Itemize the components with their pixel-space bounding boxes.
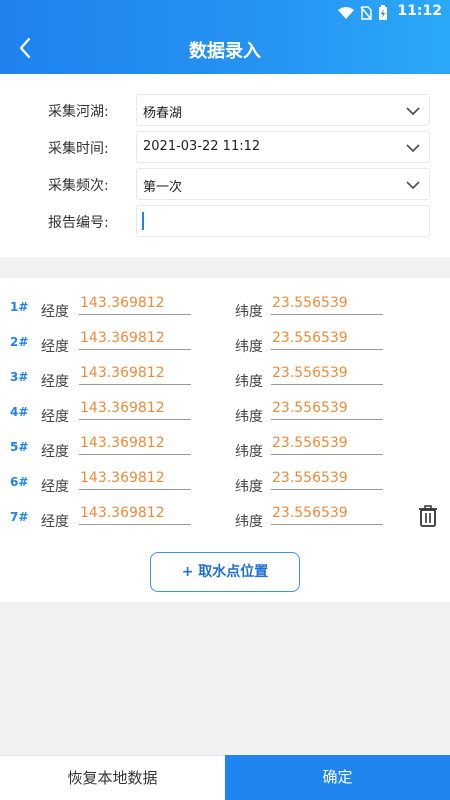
longitude-label: 经度 [41, 409, 69, 425]
latitude-input[interactable]: 23.556539 [271, 328, 383, 350]
latitude-label: 纬度 [235, 339, 263, 355]
river-label: 采集河湖: [48, 104, 109, 120]
chevron-down-icon [406, 181, 420, 190]
point-index: 2# [10, 335, 29, 349]
longitude-label: 经度 [41, 444, 69, 460]
longitude-input[interactable]: 143.369812 [79, 328, 191, 350]
frequency-label: 采集频次: [48, 178, 109, 194]
report-label: 报告编号: [48, 215, 109, 231]
latitude-input[interactable]: 23.556539 [271, 468, 383, 490]
longitude-input[interactable]: 143.369812 [79, 293, 191, 315]
latitude-input[interactable]: 23.556539 [271, 363, 383, 385]
trash-icon[interactable] [418, 505, 438, 527]
point-index: 4# [10, 405, 29, 419]
point-index: 5# [10, 440, 29, 454]
point-row: 1# 经度 143.369812 纬度 23.556539 [0, 293, 450, 323]
frequency-select[interactable]: 第一次 [136, 168, 430, 200]
river-select[interactable]: 杨春湖 [136, 94, 430, 126]
time-select[interactable]: 2021-03-22 11:12 [136, 131, 430, 163]
longitude-input[interactable]: 143.369812 [79, 468, 191, 490]
point-row: 6# 经度 143.369812 纬度 23.556539 [0, 468, 450, 498]
point-index: 1# [10, 300, 29, 314]
longitude-input[interactable]: 143.369812 [79, 503, 191, 525]
latitude-input[interactable]: 23.556539 [271, 293, 383, 315]
app-header: 11:12 数据录入 [0, 0, 450, 74]
time-label: 采集时间: [48, 141, 109, 157]
latitude-label: 纬度 [235, 304, 263, 320]
frequency-row: 采集频次: 第一次 [0, 168, 450, 200]
time-value: 2021-03-22 11:12 [143, 139, 261, 154]
point-index: 7# [10, 510, 29, 524]
status-time: 11:12 [397, 3, 442, 19]
wifi-icon [338, 6, 354, 19]
page-title: 数据录入 [189, 41, 261, 62]
latitude-input[interactable]: 23.556539 [271, 398, 383, 420]
battery-icon [379, 5, 387, 20]
chevron-down-icon [406, 144, 420, 153]
longitude-input[interactable]: 143.369812 [79, 398, 191, 420]
longitude-label: 经度 [41, 304, 69, 320]
point-index: 3# [10, 370, 29, 384]
latitude-label: 纬度 [235, 514, 263, 530]
point-row: 3# 经度 143.369812 纬度 23.556539 [0, 363, 450, 393]
confirm-button[interactable]: 确定 [225, 755, 450, 800]
longitude-input[interactable]: 143.369812 [79, 433, 191, 455]
longitude-input[interactable]: 143.369812 [79, 363, 191, 385]
restore-local-data-button[interactable]: 恢复本地数据 [0, 755, 225, 800]
longitude-label: 经度 [41, 479, 69, 495]
point-row: 7# 经度 143.369812 纬度 23.556539 [0, 503, 450, 533]
latitude-label: 纬度 [235, 444, 263, 460]
latitude-label: 纬度 [235, 479, 263, 495]
latitude-input[interactable]: 23.556539 [271, 433, 383, 455]
river-value: 杨春湖 [143, 106, 183, 121]
point-row: 2# 经度 143.369812 纬度 23.556539 [0, 328, 450, 358]
text-cursor [142, 212, 144, 230]
report-number-input[interactable] [136, 205, 430, 237]
no-sim-icon [360, 6, 372, 20]
footer-bar: 恢复本地数据 确定 [0, 755, 450, 800]
point-index: 6# [10, 475, 29, 489]
longitude-label: 经度 [41, 339, 69, 355]
status-bar: 11:12 [0, 0, 450, 24]
longitude-label: 经度 [41, 374, 69, 390]
river-row: 采集河湖: 杨春湖 [0, 94, 450, 126]
time-row: 采集时间: 2021-03-22 11:12 [0, 131, 450, 163]
latitude-label: 纬度 [235, 374, 263, 390]
point-row: 5# 经度 143.369812 纬度 23.556539 [0, 433, 450, 463]
points-panel: 1# 经度 143.369812 纬度 23.556539 2# 经度 143.369812 纬… [0, 278, 450, 602]
latitude-label: 纬度 [235, 409, 263, 425]
point-row: 4# 经度 143.369812 纬度 23.556539 [0, 398, 450, 428]
entry-form: 采集河湖: 杨春湖 采集时间: 2021-03-22 11:12 采集频次: 第… [0, 74, 450, 257]
chevron-down-icon [406, 107, 420, 116]
latitude-input[interactable]: 23.556539 [271, 503, 383, 525]
add-point-button[interactable]: + 取水点位置 [150, 552, 300, 592]
report-row: 报告编号: [0, 205, 450, 237]
frequency-value: 第一次 [143, 180, 183, 195]
longitude-label: 经度 [41, 514, 69, 530]
